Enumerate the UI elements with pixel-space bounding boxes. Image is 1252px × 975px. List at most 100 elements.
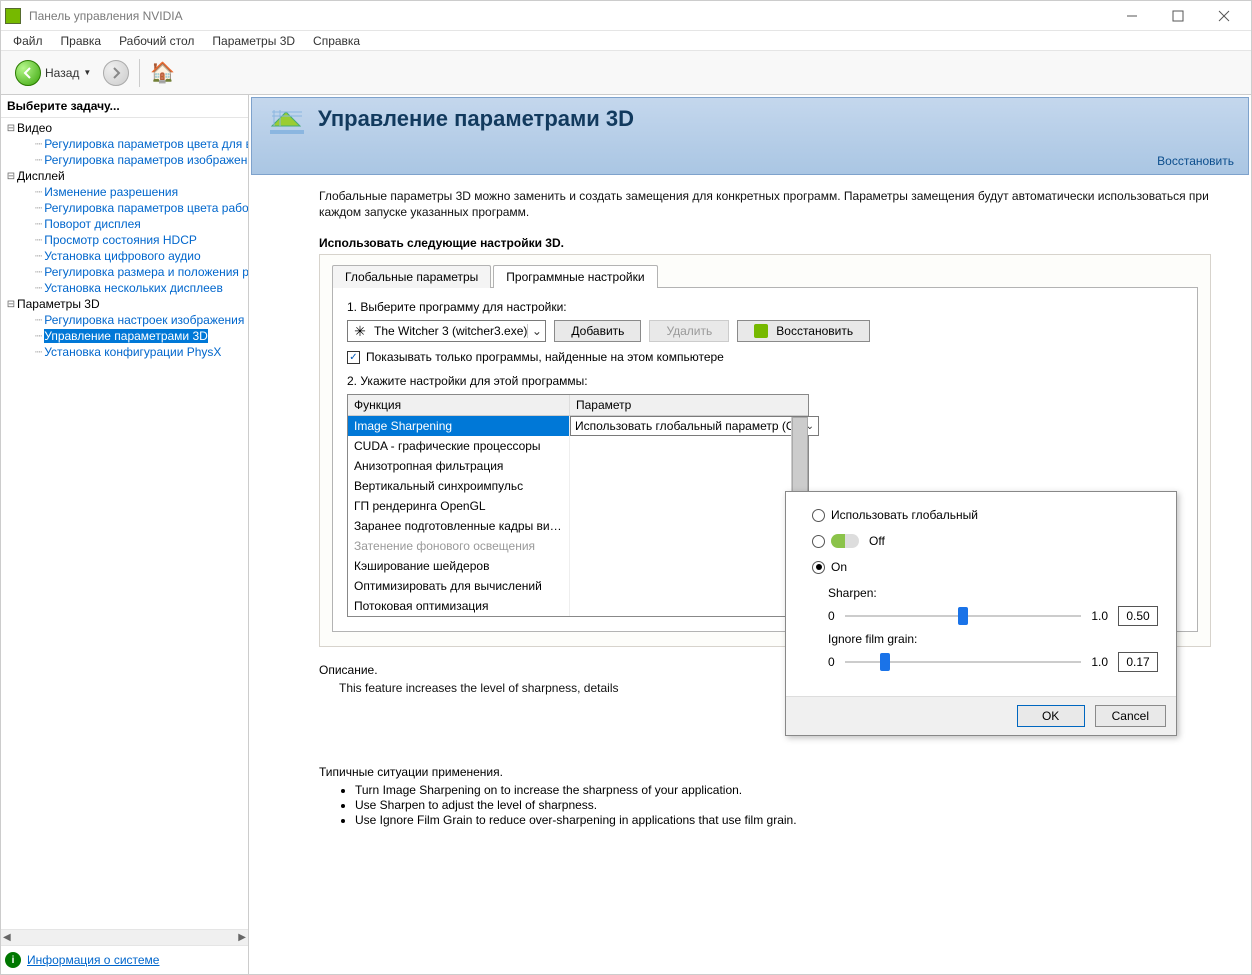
close-button[interactable]: [1201, 2, 1247, 30]
tree-item-3d-1[interactable]: ┈Управление параметрами 3D: [1, 328, 248, 344]
section-title: Использовать следующие настройки 3D.: [319, 236, 1211, 250]
menu-3d-params[interactable]: Параметры 3D: [204, 32, 303, 50]
setting-row-1[interactable]: CUDA - графические процессоры: [348, 436, 569, 456]
program-select-value: The Witcher 3 (witcher3.exe): [374, 324, 527, 338]
program-icon: ✳: [352, 323, 368, 339]
setting-row-4[interactable]: ГП рендеринга OpenGL: [348, 496, 569, 516]
typical-title: Типичные ситуации применения.: [319, 765, 1211, 779]
info-icon: i: [5, 952, 21, 968]
program-select[interactable]: ✳ The Witcher 3 (witcher3.exe) ⌄: [347, 320, 546, 342]
step2-label: 2. Укажите настройки для этой программы:: [347, 374, 1183, 388]
typical-bullets: Turn Image Sharpening on to increase the…: [355, 783, 1211, 827]
popup-footer: OK Cancel: [786, 696, 1176, 735]
radio-off-label: Off: [869, 534, 885, 548]
task-tree: ⊟Видео ┈Регулировка параметров цвета для…: [1, 118, 248, 929]
body: Выберите задачу... ⊟Видео ┈Регулировка п…: [1, 95, 1251, 974]
menubar: Файл Правка Рабочий стол Параметры 3D Сп…: [1, 31, 1251, 51]
setting-row-0[interactable]: Image Sharpening: [348, 416, 569, 436]
setting-row-9[interactable]: Потоковая оптимизация: [348, 596, 569, 616]
page-icon: [266, 106, 308, 148]
back-arrow-icon: [15, 60, 41, 86]
add-button[interactable]: Добавить: [554, 320, 641, 342]
tree-item-video-0[interactable]: ┈Регулировка параметров цвета для вид: [1, 136, 248, 152]
sharpen-handle[interactable]: [958, 607, 968, 625]
grain-min: 0: [828, 655, 835, 669]
grain-handle[interactable]: [880, 653, 890, 671]
tree-category-3d[interactable]: ⊟Параметры 3D: [1, 296, 248, 312]
tree-item-display-0[interactable]: ┈Изменение разрешения: [1, 184, 248, 200]
main-header: Управление параметрами 3D Восстановить: [251, 97, 1249, 175]
menu-file[interactable]: Файл: [5, 32, 51, 50]
app-icon: [5, 8, 21, 24]
radio-off[interactable]: Off: [812, 534, 1158, 548]
sidebar: Выберите задачу... ⊟Видео ┈Регулировка п…: [1, 95, 249, 974]
toggle-off-icon: [831, 534, 859, 548]
show-only-label: Показывать только программы, найденные н…: [366, 350, 724, 364]
grain-value[interactable]: 0.17: [1118, 652, 1158, 672]
radio-global[interactable]: Использовать глобальный: [812, 508, 1158, 522]
sharpen-min: 0: [828, 609, 835, 623]
back-dropdown-icon: ▼: [83, 68, 91, 77]
restore-defaults-link[interactable]: Восстановить: [1157, 154, 1234, 168]
restore-button[interactable]: Восстановить: [737, 320, 870, 342]
maximize-button[interactable]: [1155, 2, 1201, 30]
popup-body: Использовать глобальный Off On Sharpen:: [786, 492, 1176, 696]
tree-item-display-4[interactable]: ┈Установка цифрового аудио: [1, 248, 248, 264]
grain-max: 1.0: [1091, 655, 1108, 669]
setting-row-8[interactable]: Оптимизировать для вычислений: [348, 576, 569, 596]
toolbar: Назад ▼ 🏠: [1, 51, 1251, 95]
setting-row-3[interactable]: Вертикальный синхроимпульс: [348, 476, 569, 496]
grain-slider[interactable]: [845, 661, 1082, 663]
radio-icon: [812, 561, 825, 574]
tree-item-display-6[interactable]: ┈Установка нескольких дисплеев: [1, 280, 248, 296]
tree-item-display-2[interactable]: ┈Поворот дисплея: [1, 216, 248, 232]
settings-value-column: Использовать глобальный параметр (Off) ⌄: [570, 416, 819, 616]
menu-edit[interactable]: Правка: [53, 32, 110, 50]
show-only-checkbox[interactable]: ✓ Показывать только программы, найденные…: [347, 350, 1183, 364]
tab-program[interactable]: Программные настройки: [493, 265, 657, 288]
setting-value-select[interactable]: Использовать глобальный параметр (Off) ⌄: [570, 416, 819, 436]
sharpen-slider[interactable]: [845, 615, 1082, 617]
step1-label: 1. Выберите программу для настройки:: [347, 300, 1183, 314]
titlebar: Панель управления NVIDIA: [1, 1, 1251, 31]
tree-item-display-1[interactable]: ┈Регулировка параметров цвета рабочег: [1, 200, 248, 216]
menu-desktop[interactable]: Рабочий стол: [111, 32, 202, 50]
tree-item-3d-0[interactable]: ┈Регулировка настроек изображения с пр: [1, 312, 248, 328]
col-param-header: Параметр: [570, 395, 808, 415]
sharpen-value[interactable]: 0.50: [1118, 606, 1158, 626]
settings-function-column: Image Sharpening CUDA - графические проц…: [348, 416, 570, 616]
back-button[interactable]: Назад ▼: [9, 58, 97, 88]
setting-row-7[interactable]: Кэширование шейдеров: [348, 556, 569, 576]
tree-category-video[interactable]: ⊟Видео: [1, 120, 248, 136]
radio-on[interactable]: On: [812, 560, 1158, 574]
cancel-button[interactable]: Cancel: [1095, 705, 1166, 727]
forward-button[interactable]: [103, 60, 129, 86]
tab-global[interactable]: Глобальные параметры: [332, 265, 491, 288]
setting-row-6: Затенение фонового освещения: [348, 536, 569, 556]
home-button[interactable]: 🏠: [150, 60, 175, 85]
tree-item-video-1[interactable]: ┈Регулировка параметров изображения д: [1, 152, 248, 168]
tree-item-display-5[interactable]: ┈Регулировка размера и положения рабо: [1, 264, 248, 280]
minimize-button[interactable]: [1109, 2, 1155, 30]
setting-value-text: Использовать глобальный параметр (Off): [575, 419, 806, 433]
sharpen-max: 1.0: [1091, 609, 1108, 623]
intro-text: Глобальные параметры 3D можно заменить и…: [319, 189, 1211, 220]
typical-bullet-0: Turn Image Sharpening on to increase the…: [355, 783, 1211, 797]
system-info-link[interactable]: Информация о системе: [27, 953, 159, 967]
tree-category-display[interactable]: ⊟Дисплей: [1, 168, 248, 184]
setting-row-2[interactable]: Анизотропная фильтрация: [348, 456, 569, 476]
ok-button[interactable]: OK: [1017, 705, 1085, 727]
settings-table: Функция Параметр Image Sharpening CUDA -…: [347, 394, 809, 617]
tree-item-display-3[interactable]: ┈Просмотр состояния HDCP: [1, 232, 248, 248]
remove-button: Удалить: [649, 320, 729, 342]
scroll-left-icon: ◀: [3, 932, 11, 943]
back-label: Назад: [45, 66, 79, 80]
tree-item-3d-2[interactable]: ┈Установка конфигурации PhysX: [1, 344, 248, 360]
window-title: Панель управления NVIDIA: [29, 9, 1109, 23]
sidebar-horizontal-scrollbar[interactable]: ◀ ▶: [1, 929, 248, 945]
grain-label: Ignore film grain:: [828, 632, 1158, 646]
radio-on-label: On: [831, 560, 847, 574]
grain-block: Ignore film grain: 0 1.0 0.17: [828, 632, 1158, 672]
setting-row-5[interactable]: Заранее подготовленные кадры вирту...: [348, 516, 569, 536]
menu-help[interactable]: Справка: [305, 32, 368, 50]
